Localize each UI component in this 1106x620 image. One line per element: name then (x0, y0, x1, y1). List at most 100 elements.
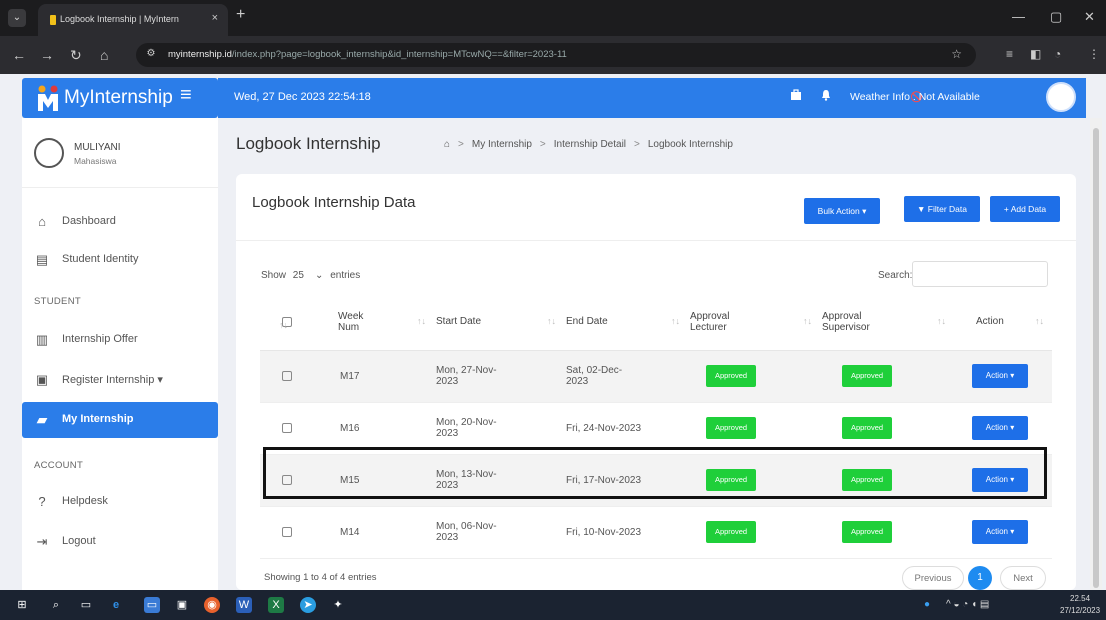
sort-icon[interactable]: ↑↓ (417, 316, 426, 326)
week-num-cell: M16 (338, 402, 434, 455)
next-button[interactable]: Next (1000, 566, 1046, 590)
tab-search-icon[interactable]: ⌄ (8, 9, 26, 27)
home-icon[interactable]: ⌂ (444, 139, 450, 150)
notification-bell-icon[interactable] (820, 89, 832, 104)
col-start-date[interactable]: Start Date ↑↓ (434, 294, 564, 351)
col-approval-lecturer[interactable]: Approval Lecturer ↑↓ (688, 294, 820, 351)
app-brand[interactable]: MyInternship ≡ (22, 78, 218, 118)
scrollbar[interactable] (1090, 118, 1102, 590)
forward-icon[interactable]: → (40, 47, 54, 63)
add-data-button[interactable]: + Add Data (990, 196, 1060, 222)
hamburger-menu-icon[interactable]: ≡ (180, 84, 192, 107)
minimize-icon[interactable]: — (1012, 9, 1025, 24)
search-input[interactable] (912, 261, 1048, 287)
search-icon[interactable]: ⌕ (48, 597, 64, 613)
browser-tab[interactable]: Logbook Internship | MyIntern × (38, 4, 228, 36)
week-num-cell: M17 (338, 350, 434, 403)
menu-icon[interactable]: ⋮ (1088, 47, 1100, 61)
section-student: STUDENT (34, 296, 81, 307)
breadcrumb-internship-detail[interactable]: Internship Detail (554, 139, 626, 150)
col-approval-supervisor[interactable]: Approval Supervisor ↑↓ (820, 294, 954, 351)
home-icon[interactable]: ⌂ (100, 47, 108, 63)
sidebar-item-logout[interactable]: ⇥ Logout (22, 524, 218, 560)
task-view-icon[interactable]: ▭ (78, 597, 94, 613)
breadcrumb: ⌂ > My Internship > Internship Detail > Logboo… (444, 139, 733, 150)
select-all-header[interactable]: ↑↓ (260, 294, 338, 351)
row-checkbox[interactable] (282, 422, 292, 433)
clock[interactable]: 22.54 27/12/2023 (1060, 593, 1100, 617)
start-date-cell: Mon, 06-Nov-2023 (434, 506, 564, 559)
url-input[interactable]: ⚙ myinternship.id/index.php?page=logbook… (136, 43, 976, 67)
sidebar-item-student-identity[interactable]: ▤ Student Identity (22, 242, 218, 278)
sidebar-item-dashboard[interactable]: ⌂ Dashboard (22, 204, 218, 240)
browser-tab-bar: ⌄ Logbook Internship | MyIntern × + — ▢ … (0, 0, 1106, 36)
app-icon[interactable]: ✦ (330, 597, 346, 613)
previous-button[interactable]: Previous (902, 566, 964, 590)
telegram-icon[interactable]: ➤ (300, 597, 316, 613)
header-label: Week Num (338, 310, 364, 333)
action-button[interactable]: Action ▾ (972, 520, 1028, 544)
sort-icon[interactable]: ↑↓ (1035, 316, 1044, 326)
action-cell: Action ▾ (954, 350, 1052, 403)
reload-icon[interactable]: ↻ (70, 47, 82, 64)
clock-time: 22.54 (1070, 594, 1091, 603)
briefcase-icon[interactable] (790, 89, 802, 104)
excel-icon[interactable]: X (268, 597, 284, 613)
chrome-icon[interactable]: ◉ (204, 597, 220, 613)
word-icon[interactable]: W (236, 597, 252, 613)
extensions-icon[interactable]: ≡ (1006, 47, 1013, 61)
logout-icon: ⇥ (36, 534, 48, 549)
approved-badge: Approved (842, 521, 892, 543)
windows-start-icon[interactable]: ⊞ (14, 597, 30, 613)
sidebar-item-register-internship[interactable]: ▣ Register Internship ▾ (22, 362, 218, 398)
maximize-icon[interactable]: ▢ (1050, 9, 1062, 25)
table-row: M17 Mon, 27-Nov-2023 Sat, 02-Dec-2023 Appro… (260, 350, 1052, 403)
scrollbar-thumb[interactable] (1093, 128, 1099, 588)
sort-icon[interactable]: ↑↓ (279, 320, 288, 330)
sort-icon[interactable]: ↑↓ (803, 316, 812, 326)
approval-supervisor-cell: Approved (820, 454, 954, 507)
action-button[interactable]: Action ▾ (972, 468, 1028, 492)
back-icon[interactable]: ← (12, 47, 26, 63)
sort-icon[interactable]: ↑↓ (671, 316, 680, 326)
sidebar-item-my-internship[interactable]: ▰ My Internship (22, 402, 218, 438)
help-icon[interactable]: ● (924, 599, 930, 610)
edge-icon[interactable]: e (108, 597, 124, 613)
row-select-cell (260, 402, 338, 455)
page-1-button[interactable]: 1 (968, 566, 992, 590)
sidebar-item-helpdesk[interactable]: ? Helpdesk (22, 484, 218, 520)
sort-icon[interactable]: ↑↓ (547, 316, 556, 326)
breadcrumb-my-internship[interactable]: My Internship (472, 139, 532, 150)
approval-supervisor-cell: Approved (820, 402, 954, 455)
col-end-date[interactable]: End Date ↑↓ (564, 294, 688, 351)
page-title: Logbook Internship (236, 134, 381, 153)
user-avatar[interactable] (1046, 82, 1076, 112)
tab-close-icon[interactable]: × (212, 12, 218, 24)
site-info-icon[interactable]: ⚙ (144, 47, 158, 61)
sidebar-item-internship-offer[interactable]: ▥ Internship Offer (22, 322, 218, 358)
close-window-icon[interactable]: ✕ (1084, 9, 1095, 25)
action-cell: Action ▾ (954, 402, 1052, 455)
col-week-num[interactable]: Week Num ↑↓ (338, 294, 434, 351)
new-tab-button[interactable]: + (236, 6, 245, 24)
filter-data-button[interactable]: ▼ Filter Data (904, 196, 980, 222)
end-date: Sat, 02-Dec-2023 (566, 365, 623, 387)
row-checkbox[interactable] (282, 370, 292, 381)
action-button[interactable]: Action ▾ (972, 364, 1028, 388)
start-date: Mon, 27-Nov-2023 (436, 365, 497, 387)
row-checkbox[interactable] (282, 474, 292, 485)
entries-select[interactable]: 25 ⌄ (293, 270, 324, 281)
sort-icon[interactable]: ↑↓ (937, 316, 946, 326)
photos-icon[interactable]: ▭ (144, 597, 160, 613)
bulk-action-button[interactable]: Bulk Action ▾ (804, 198, 880, 224)
sidepanel-icon[interactable]: ◧ (1030, 47, 1041, 61)
bookmark-star-icon[interactable]: ☆ (951, 47, 962, 61)
row-checkbox[interactable] (282, 526, 292, 537)
action-button[interactable]: Action ▾ (972, 416, 1028, 440)
profile-icon[interactable]: ◔ (1054, 47, 1061, 61)
store-icon[interactable]: ▣ (174, 597, 190, 613)
col-action[interactable]: Action ↑↓ (954, 294, 1052, 351)
weather-label: Weather Info : (850, 91, 916, 103)
tray-icons[interactable]: ^ ◒ ◔ ◖ ▤ (946, 599, 989, 610)
start-date-cell: Mon, 27-Nov-2023 (434, 350, 564, 403)
